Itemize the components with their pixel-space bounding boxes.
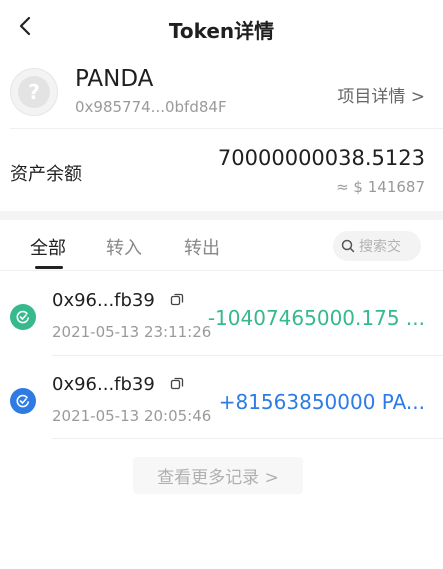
section-gap [0,211,443,220]
view-more-records-button[interactable]: 查看更多记录 > [133,457,303,494]
search-input[interactable]: 搜索交 [333,231,421,261]
transaction-amount: -10407465000.175 ... [207,306,425,330]
active-tab-indicator [35,266,63,269]
page-title: Token详情 [168,19,275,43]
search-icon [341,239,355,253]
tab-outgoing[interactable]: 转出 [184,234,220,260]
transaction-time: 2021-05-13 23:11:26 [52,323,212,341]
copy-icon[interactable] [170,377,184,391]
balance-value: 70000000038.5123 [217,146,425,170]
transaction-row[interactable]: 0x96...fb39 2021-05-13 20:05:46 +8156385… [0,356,443,440]
divider [0,270,443,271]
transaction-row[interactable]: 0x96...fb39 2021-05-13 23:11:26 -1040746… [0,272,443,356]
token-name: PANDA [75,66,154,92]
transaction-hash: 0x96...fb39 [52,374,155,395]
balance-fiat-value: ≈ $ 141687 [336,178,425,196]
token-summary: ? PANDA 0x985774...0bfd84F 项目详情 > [0,62,443,126]
header-bar: Token详情 [0,0,443,56]
balance-label: 资产余额 [10,164,82,185]
search-placeholder: 搜索交 [359,239,401,255]
tab-all[interactable]: 全部 [30,234,66,260]
incoming-check-icon [10,388,36,414]
divider [52,438,443,439]
copy-icon[interactable] [170,293,184,307]
transaction-tabs: 全部 转入 转出 搜索交 [0,222,443,270]
project-detail-link[interactable]: 项目详情 > [337,82,425,107]
token-placeholder-icon: ? [18,76,50,108]
transaction-amount: +81563850000 PA... [218,390,425,414]
transaction-time: 2021-05-13 20:05:46 [52,407,212,425]
transaction-hash: 0x96...fb39 [52,290,155,311]
token-address: 0x985774...0bfd84F [75,98,227,116]
token-avatar: ? [10,68,58,116]
tab-incoming[interactable]: 转入 [106,234,142,260]
outgoing-check-icon [10,304,36,330]
divider [10,128,443,129]
